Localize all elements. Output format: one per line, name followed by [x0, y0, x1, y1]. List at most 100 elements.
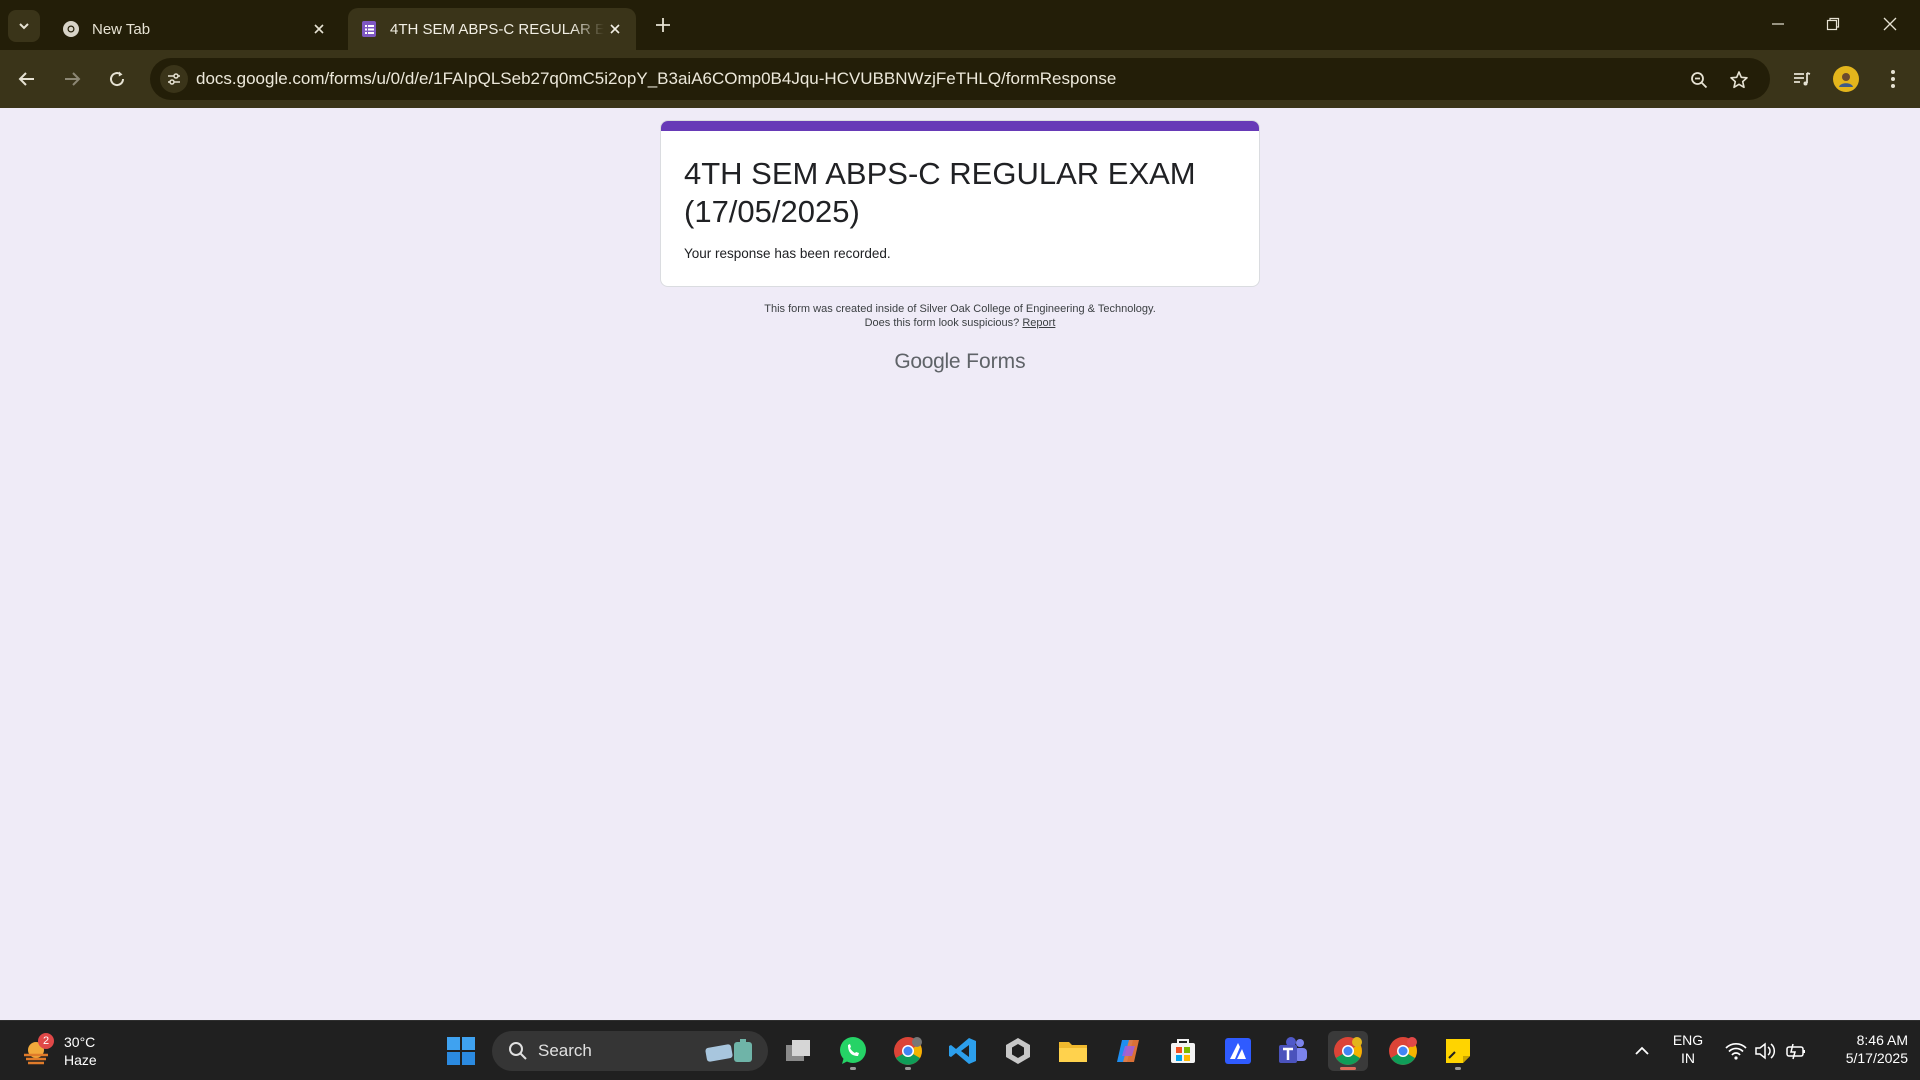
browser-toolbar: docs.google.com/forms/u/0/d/e/1FAIpQLSeb…: [0, 50, 1920, 108]
reload-icon: [110, 71, 125, 87]
clock-date: 5/17/2025: [1845, 1050, 1908, 1066]
reload-button[interactable]: [101, 63, 133, 95]
weather-widget[interactable]: 2 30°C Haze: [20, 1031, 97, 1071]
report-link[interactable]: Report: [1022, 317, 1055, 329]
battery-icon: [1786, 1043, 1805, 1060]
new-tab-button[interactable]: [650, 12, 676, 38]
copilot-icon: [1117, 1040, 1139, 1062]
task-view-icon: [786, 1040, 810, 1061]
zoom-button[interactable]: [1686, 67, 1712, 93]
tab-title: New Tab: [92, 20, 151, 38]
volume-icon: [1755, 1042, 1776, 1060]
zoom-out-icon: [1691, 72, 1708, 89]
azure-icon: [1225, 1038, 1251, 1064]
bookmark-button[interactable]: [1726, 67, 1752, 93]
haze-weather-icon: 2: [20, 1033, 54, 1067]
chevron-down-icon: [19, 23, 29, 30]
form-confirmation-card: 4TH SEM ABPS-C REGULAR EXAM (17/05/2025)…: [660, 120, 1260, 287]
web-page: 4TH SEM ABPS-C REGULAR EXAM (17/05/2025)…: [0, 108, 1920, 1020]
tab-search-button[interactable]: [8, 10, 40, 42]
azure-app[interactable]: [1218, 1031, 1258, 1071]
running-indicator: [1455, 1067, 1461, 1070]
search-icon: [509, 1042, 527, 1060]
vscode-icon: [949, 1038, 976, 1064]
vscode-app[interactable]: [943, 1031, 983, 1071]
arrow-right-icon: [65, 72, 81, 86]
chrome-icon: [1334, 1037, 1362, 1065]
tab-title: 4TH SEM ABPS-C REGULAR EXAM (17/05/2025): [390, 20, 604, 38]
form-accent-bar: [661, 121, 1259, 131]
store-icon: [1171, 1039, 1195, 1063]
teams-app[interactable]: [1273, 1031, 1313, 1071]
url-text[interactable]: docs.google.com/forms/u/0/d/e/1FAIpQLSeb…: [196, 69, 1116, 89]
form-footer-note: This form was created inside of Silver O…: [660, 302, 1260, 330]
chrome-menu-button[interactable]: [1877, 63, 1909, 95]
more-vertical-icon: [1891, 70, 1895, 88]
tab-strip: New Tab 4TH SEM ABPS-C REGULAR EXAM (17/…: [0, 0, 1920, 50]
restore-button[interactable]: [1815, 8, 1851, 40]
start-button[interactable]: [441, 1031, 481, 1071]
site-info-button[interactable]: [160, 65, 188, 93]
clock-time: 8:46 AM: [1856, 1032, 1908, 1048]
search-label: Search: [538, 1041, 592, 1060]
whatsapp-icon: [840, 1037, 866, 1064]
plus-icon: [656, 18, 670, 32]
tab-google-form[interactable]: 4TH SEM ABPS-C REGULAR EXAM (17/05/2025): [348, 8, 636, 50]
restore-icon: [1826, 17, 1840, 31]
region-code: IN: [1681, 1050, 1695, 1066]
sticky-notes-icon: [1446, 1039, 1470, 1063]
windows-icon: [447, 1037, 475, 1065]
suspicious-question: Does this form look suspicious?: [864, 317, 1020, 329]
close-icon: [1883, 17, 1897, 31]
folder-icon: [1059, 1042, 1087, 1062]
minimize-button[interactable]: [1760, 8, 1796, 40]
media-controls-button[interactable]: [1786, 63, 1818, 95]
running-indicator: [905, 1067, 911, 1070]
google-wordmark: Google: [894, 350, 961, 373]
forward-button[interactable]: [56, 63, 88, 95]
language-code: ENG: [1672, 1032, 1704, 1048]
avatar: [1833, 66, 1859, 92]
chrome-app-active[interactable]: [1328, 1031, 1368, 1071]
quick-settings-button[interactable]: [1716, 1031, 1816, 1071]
teams-icon: [1279, 1037, 1307, 1063]
address-bar[interactable]: docs.google.com/forms/u/0/d/e/1FAIpQLSeb…: [150, 58, 1770, 100]
close-icon[interactable]: [308, 18, 330, 40]
weather-text: 30°C Haze: [64, 1033, 97, 1069]
language-indicator[interactable]: ENG IN: [1668, 1031, 1708, 1067]
weather-badge: 2: [38, 1033, 54, 1049]
chrome-icon: [1389, 1037, 1417, 1065]
profile-button[interactable]: [1830, 63, 1862, 95]
temperature: 30°C: [64, 1034, 96, 1050]
show-hidden-icons-button[interactable]: [1622, 1031, 1662, 1071]
task-view-button[interactable]: [778, 1031, 818, 1071]
chevron-up-icon: [1635, 1046, 1649, 1055]
unity-icon: [1006, 1038, 1030, 1064]
star-icon: [1730, 71, 1748, 89]
sticky-notes-app[interactable]: [1438, 1031, 1478, 1071]
weather-condition: Haze: [64, 1052, 97, 1068]
close-icon[interactable]: [604, 18, 626, 40]
taskbar-search[interactable]: Search: [492, 1031, 768, 1071]
close-window-button[interactable]: [1872, 8, 1908, 40]
confirmation-message: Your response has been recorded.: [684, 246, 891, 261]
whatsapp-app[interactable]: [833, 1031, 873, 1071]
chrome-profile-app[interactable]: [888, 1031, 928, 1071]
file-explorer-app[interactable]: [1053, 1031, 1093, 1071]
clock[interactable]: 8:46 AM 5/17/2025: [1818, 1031, 1908, 1067]
unity-app[interactable]: [998, 1031, 1038, 1071]
minimize-icon: [1772, 23, 1784, 25]
chrome-app-2[interactable]: [1383, 1031, 1423, 1071]
suspicious-line: Does this form look suspicious? Report: [660, 316, 1260, 330]
google-forms-logo[interactable]: Google Forms: [660, 350, 1260, 374]
chrome-icon: [62, 20, 80, 38]
back-button[interactable]: [11, 63, 43, 95]
tune-icon: [168, 73, 180, 85]
created-inside-text: This form was created inside of Silver O…: [764, 303, 1156, 315]
microsoft-store-app[interactable]: [1163, 1031, 1203, 1071]
queue-music-icon: [1794, 72, 1811, 86]
copilot-app[interactable]: [1108, 1031, 1148, 1071]
tab-new-tab[interactable]: New Tab: [50, 8, 340, 50]
windows-taskbar: 2 30°C Haze Search ENG IN 8:46 AM 5/17/2…: [0, 1020, 1920, 1080]
running-indicator: [850, 1067, 856, 1070]
